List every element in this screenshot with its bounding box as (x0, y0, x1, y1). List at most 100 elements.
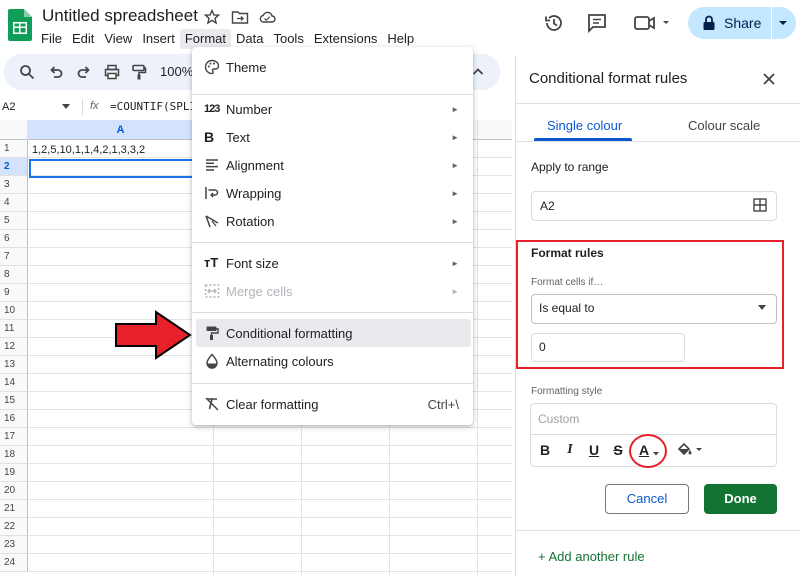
done-button[interactable]: Done (704, 484, 777, 514)
grid-row-line (28, 499, 512, 500)
strikethrough-button[interactable]: S (608, 442, 628, 458)
row-header[interactable]: 22 (0, 518, 28, 536)
row-header[interactable]: 18 (0, 446, 28, 464)
range-input[interactable] (531, 191, 777, 221)
row-header[interactable]: 7 (0, 248, 28, 266)
close-icon[interactable] (762, 72, 776, 86)
name-box-value: A2 (2, 101, 16, 113)
row-header[interactable]: 19 (0, 464, 28, 482)
name-box[interactable]: A2 (0, 100, 76, 116)
star-icon[interactable] (204, 9, 222, 25)
menu-edit[interactable]: Edit (67, 29, 99, 49)
number-icon: 123 (204, 103, 220, 115)
menu-item-conditional-formatting[interactable]: Conditional formatting (196, 319, 471, 347)
style-preview[interactable]: Custom (538, 412, 579, 426)
menu-item-merge-cells[interactable]: Merge cells ► (192, 277, 473, 305)
row-header[interactable]: 16 (0, 410, 28, 428)
bold-button[interactable]: B (535, 442, 555, 458)
row-header[interactable]: 11 (0, 320, 28, 338)
print-icon[interactable] (104, 64, 120, 80)
cell-a1[interactable]: 1,2,5,10,1,1,4,2,1,3,3,2 (32, 144, 145, 156)
submenu-arrow-icon: ► (451, 188, 459, 198)
menu-item-alternating-colours[interactable]: Alternating colours (192, 347, 473, 375)
menu-item-text[interactable]: B Text ► (192, 123, 473, 151)
search-menus-icon[interactable] (19, 64, 35, 80)
menu-format[interactable]: Format (179, 29, 231, 49)
value-input[interactable] (531, 333, 685, 362)
move-folder-icon[interactable] (231, 9, 249, 25)
grid-row-line (28, 445, 512, 446)
panel-divider (515, 530, 800, 531)
redo-icon[interactable] (76, 64, 92, 80)
zoom-select[interactable]: 100% (160, 64, 193, 79)
menu-item-clear-formatting[interactable]: Clear formatting Ctrl+\ (192, 390, 473, 418)
menu-item-number[interactable]: 123 Number ► (192, 95, 473, 123)
sheets-logo-icon[interactable] (8, 9, 32, 41)
row-header[interactable]: 2 (0, 158, 28, 176)
row-header[interactable]: 9 (0, 284, 28, 302)
italic-button[interactable]: I (560, 442, 580, 458)
fill-colour-icon[interactable] (676, 441, 704, 457)
comment-icon[interactable] (586, 12, 608, 34)
meet-icon[interactable] (633, 12, 673, 34)
row-header[interactable]: 14 (0, 374, 28, 392)
palette-icon (204, 59, 220, 75)
row-header[interactable]: 1 (0, 140, 28, 158)
row-header[interactable]: 24 (0, 554, 28, 572)
row-header[interactable]: 5 (0, 212, 28, 230)
menu-help[interactable]: Help (382, 29, 419, 49)
drop-icon (204, 353, 220, 369)
menu-item-alignment[interactable]: Alignment ► (192, 151, 473, 179)
menu-extensions[interactable]: Extensions (309, 29, 383, 49)
collapse-toolbar-icon[interactable] (472, 66, 484, 78)
row-header[interactable]: 3 (0, 176, 28, 194)
cloud-status-icon[interactable] (258, 9, 276, 25)
range-value: A2 (540, 199, 555, 213)
history-icon[interactable] (543, 12, 565, 34)
row-header[interactable]: 13 (0, 356, 28, 374)
row-header[interactable]: 6 (0, 230, 28, 248)
row-header[interactable]: 8 (0, 266, 28, 284)
paint-format-icon[interactable] (131, 64, 147, 80)
menu-item-label: Number (226, 101, 273, 117)
tab-single-colour[interactable]: Single colour (547, 118, 622, 133)
menu-item-wrapping[interactable]: Wrapping ► (192, 179, 473, 207)
row-header[interactable]: 23 (0, 536, 28, 554)
document-title[interactable]: Untitled spreadsheet (42, 6, 198, 26)
formula-input[interactable]: =COUNTIF(SPLI (110, 100, 196, 113)
red-arrow-annotation (114, 310, 192, 360)
wrap-icon (204, 185, 220, 201)
menu-item-theme[interactable]: Theme (192, 53, 473, 81)
row-header[interactable]: 12 (0, 338, 28, 356)
menu-item-label: Text (226, 129, 250, 145)
menu-view[interactable]: View (99, 29, 137, 49)
share-button[interactable]: Share (688, 7, 796, 39)
share-dropdown-icon[interactable] (778, 18, 788, 28)
menu-item-label: Theme (226, 59, 267, 75)
menu-file[interactable]: File (36, 29, 67, 49)
shortcut-label: Ctrl+\ (427, 396, 459, 412)
column-header[interactable] (478, 120, 512, 140)
row-header[interactable]: 20 (0, 482, 28, 500)
select-all-corner[interactable] (0, 120, 28, 140)
row-header[interactable]: 21 (0, 500, 28, 518)
menu-insert[interactable]: Insert (137, 29, 180, 49)
tab-colour-scale[interactable]: Colour scale (688, 118, 760, 133)
add-another-rule-button[interactable]: + Add another rule (538, 549, 645, 564)
menu-item-font-size[interactable]: тT Font size ► (192, 249, 473, 277)
selected-cell-a2[interactable] (29, 159, 214, 178)
row-header[interactable]: 15 (0, 392, 28, 410)
menu-item-rotation[interactable]: Rotation ► (192, 207, 473, 235)
undo-icon[interactable] (48, 64, 64, 80)
cancel-button[interactable]: Cancel (605, 484, 689, 514)
menu-tools[interactable]: Tools (268, 29, 308, 49)
menu-data[interactable]: Data (231, 29, 268, 49)
name-box-dropdown-icon[interactable] (62, 104, 70, 110)
column-header-a[interactable]: A (28, 120, 214, 140)
row-header[interactable]: 4 (0, 194, 28, 212)
row-header[interactable]: 17 (0, 428, 28, 446)
underline-button[interactable]: U (584, 442, 604, 458)
row-header[interactable]: 10 (0, 302, 28, 320)
select-range-icon[interactable] (753, 198, 767, 212)
submenu-arrow-icon: ► (451, 258, 459, 268)
